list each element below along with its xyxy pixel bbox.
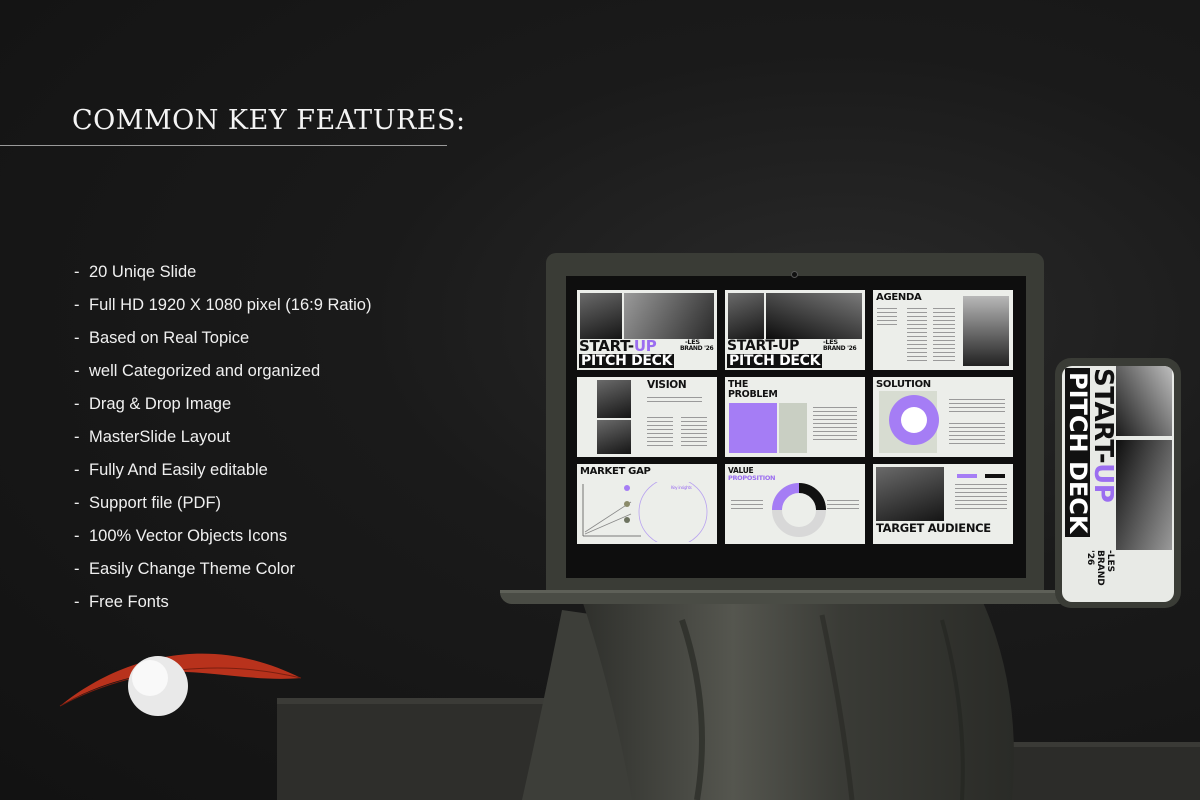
slide-title: PITCH DECK	[727, 353, 823, 369]
slide-graph	[582, 482, 708, 542]
slide-text-lines	[949, 399, 1005, 413]
slide-title: START-UP	[1088, 368, 1118, 503]
list-item: - well Categorized and organized	[74, 362, 321, 380]
list-item: - Support file (PDF)	[74, 494, 222, 512]
slide-text-lines	[933, 308, 955, 364]
slide-text-lines	[647, 417, 673, 447]
slide-market-gap: MARKET GAP Key insights	[577, 464, 717, 544]
lightbulb-icon	[901, 407, 927, 433]
slide-shade-block	[779, 403, 807, 453]
slide-title: START-UP	[579, 337, 657, 355]
slide-vision: VISION	[577, 377, 717, 457]
slide-agenda: AGENDA	[873, 290, 1013, 370]
laptop-base-edge	[500, 590, 1088, 593]
phone-screen: START-UP -LES BRAND '26 PITCH DECK	[1062, 366, 1174, 602]
list-item: - MasterSlide Layout	[74, 428, 231, 446]
slide-text-lines	[907, 308, 927, 364]
slide-cover-b: START-UP -LES BRAND '26 PITCH DECK	[725, 290, 865, 370]
slide-subtitle: -LES BRAND '26	[1085, 550, 1115, 586]
slide-photo	[624, 293, 714, 339]
slide-cover-a: START-UP -LES BRAND '26 PITCH DECK	[577, 290, 717, 370]
feature-list: -20 Uniqe Slide - Full HD 1920 X 1080 pix…	[74, 262, 371, 625]
list-item: - Full HD 1920 X 1080 pixel (16:9 Ratio)	[74, 296, 372, 314]
slide-text-lines	[647, 397, 702, 405]
slide-photo	[876, 467, 944, 521]
list-item: - Fully And Easily editable	[74, 461, 268, 479]
slide-label: Key insights	[671, 485, 692, 490]
slide-photo	[766, 293, 862, 339]
page-title: COMMON KEY FEATURES:	[72, 105, 466, 136]
list-item: - Drag & Drop Image	[74, 395, 232, 413]
slide-problem: THE PROBLEM	[725, 377, 865, 457]
slide-text-lines	[813, 407, 857, 443]
slide-accent-block	[729, 403, 777, 453]
slide-title: PITCH DECK	[1064, 368, 1092, 538]
slide-title: THE PROBLEM	[728, 379, 778, 400]
title-divider	[0, 145, 447, 146]
slide-text-lines	[731, 500, 763, 512]
slide-title: PITCH DECK	[579, 353, 675, 369]
slide-text-lines	[681, 417, 707, 447]
slide-title: START-UP	[727, 338, 800, 354]
list-item: -20 Uniqe Slide	[74, 263, 197, 281]
slide-photo	[597, 380, 631, 418]
leaf-sphere-ornament	[59, 653, 302, 716]
slide-text-lines	[949, 423, 1005, 445]
slide-title: SOLUTION	[876, 379, 931, 390]
slide-target-audience: TARGET AUDIENCE	[873, 464, 1013, 544]
slide-photo	[597, 420, 631, 454]
slide-title: TARGET AUDIENCE	[876, 521, 991, 535]
slide-title: MARKET GAP	[580, 466, 651, 477]
slide-photo	[1116, 366, 1172, 436]
slide-dark-block	[985, 474, 1005, 478]
slide-donut-chart	[772, 483, 826, 537]
list-item: - Based on Real Topice	[74, 329, 250, 347]
slide-photo	[963, 296, 1009, 366]
list-item: - Easily Change Theme Color	[74, 560, 296, 578]
slide-photo	[728, 293, 764, 339]
slide-text-lines	[827, 500, 859, 512]
phone-slide-cover: START-UP -LES BRAND '26 PITCH DECK	[1062, 366, 1174, 602]
slide-accent-block	[957, 474, 977, 478]
slide-title: VISION	[647, 379, 687, 391]
list-item: -100% Vector Objects Icons	[74, 527, 288, 545]
slide-text-lines	[877, 308, 897, 328]
slide-photo	[1116, 440, 1172, 550]
list-item: - Free Fonts	[74, 593, 169, 611]
camera-icon	[791, 271, 798, 278]
slide-title: AGENDA	[876, 292, 922, 303]
slide-subtitle: BRAND '26	[680, 345, 714, 352]
slide-text-lines	[955, 484, 1007, 512]
slide-value-proposition: VALUE PROPOSITION	[725, 464, 865, 544]
draped-cloth	[522, 600, 1014, 800]
slide-solution: SOLUTION	[873, 377, 1013, 457]
slide-photo	[580, 293, 622, 339]
slide-subtitle: BRAND '26	[823, 345, 857, 352]
